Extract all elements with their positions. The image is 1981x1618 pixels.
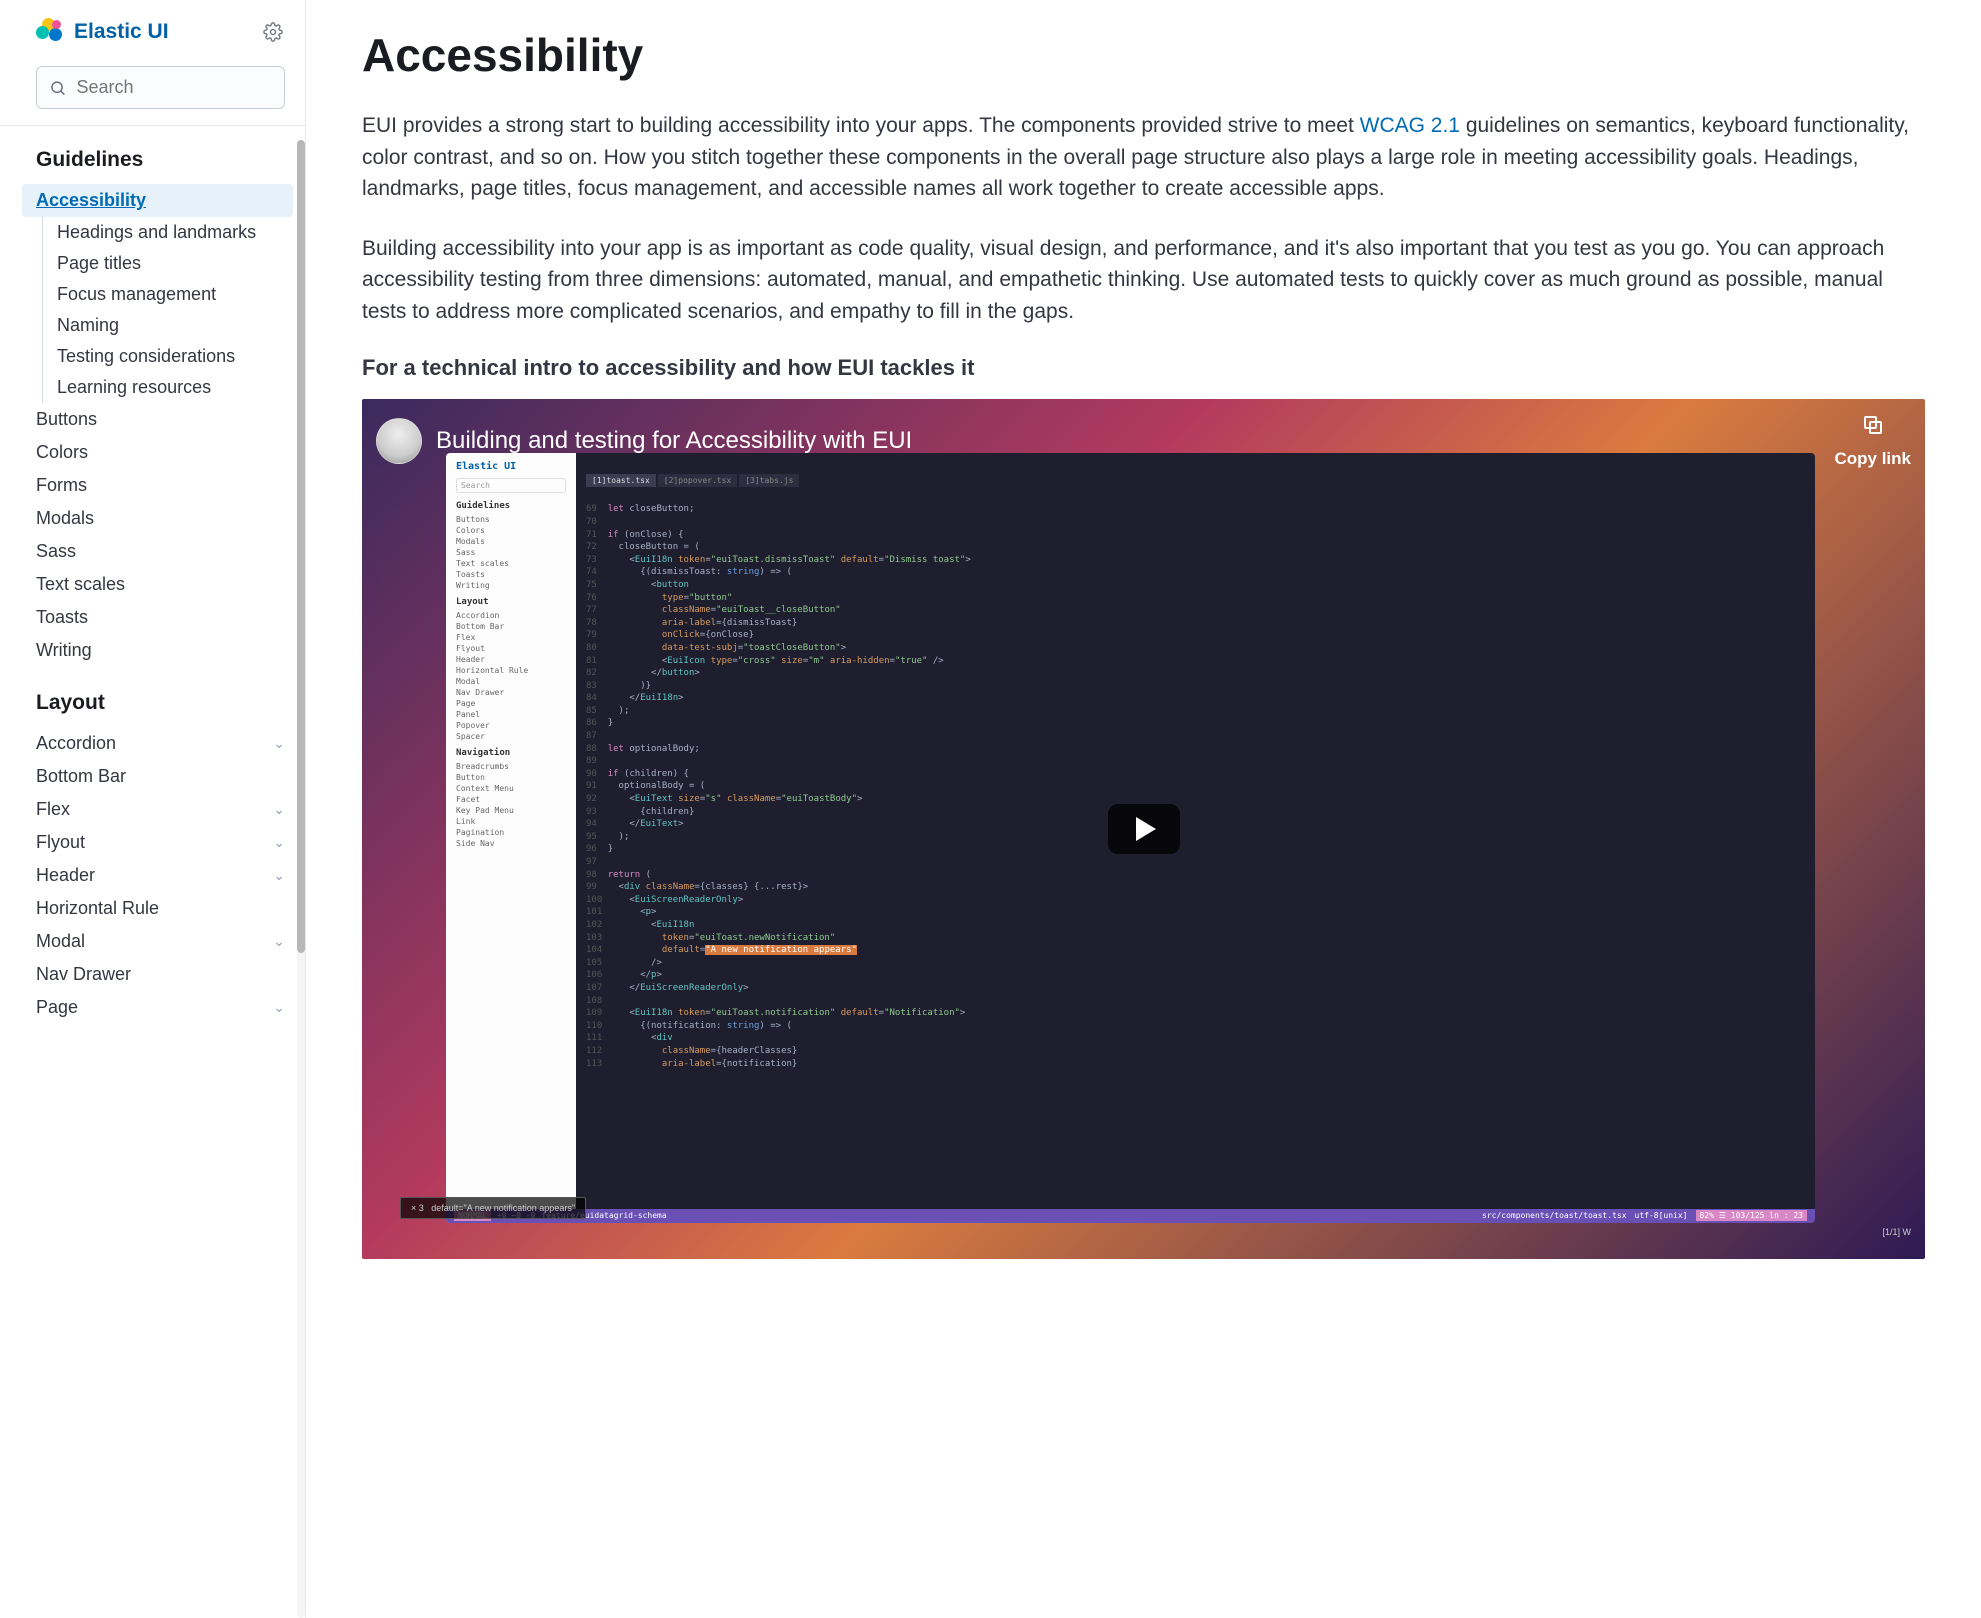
nav-heading-layout: Layout — [36, 691, 285, 715]
video-intro-heading: For a technical intro to accessibility a… — [362, 355, 1925, 381]
settings-button[interactable] — [261, 20, 285, 44]
nav-subitem[interactable]: Focus management — [57, 279, 285, 310]
nav-subitem[interactable]: Testing considerations — [57, 341, 285, 372]
nav-item[interactable]: Horizontal Rule — [36, 892, 285, 925]
intro-paragraph-2: Building accessibility into your app is … — [362, 233, 1925, 328]
nav-subitem[interactable]: Page titles — [57, 248, 285, 279]
chevron-down-icon: ⌄ — [273, 999, 285, 1016]
video-embed[interactable]: Elastic UI Search Guidelines ButtonsColo… — [362, 399, 1925, 1259]
nav-item[interactable]: Sass — [36, 535, 285, 568]
search-container — [0, 58, 305, 126]
nav-item[interactable]: Modal⌄ — [36, 925, 285, 958]
chevron-down-icon: ⌄ — [273, 834, 285, 851]
nav-item[interactable]: Header⌄ — [36, 859, 285, 892]
nav-item[interactable]: Page⌄ — [36, 991, 285, 1024]
nav-subitems: Headings and landmarksPage titlesFocus m… — [42, 217, 285, 403]
chevron-down-icon: ⌄ — [273, 933, 285, 950]
nav-item[interactable]: Flex⌄ — [36, 793, 285, 826]
nav-item[interactable]: Colors — [36, 436, 285, 469]
nav-subitem[interactable]: Learning resources — [57, 372, 285, 403]
nav-item[interactable]: Text scales — [36, 568, 285, 601]
gear-icon — [263, 22, 283, 42]
search-icon — [49, 78, 67, 98]
wcag-link[interactable]: WCAG 2.1 — [1360, 114, 1460, 137]
nav-item[interactable]: Toasts — [36, 601, 285, 634]
intro-paragraph-1: EUI provides a strong start to building … — [362, 110, 1925, 205]
scrollbar-thumb[interactable] — [297, 140, 305, 953]
search-box[interactable] — [36, 66, 285, 109]
nav-item[interactable]: Modals — [36, 502, 285, 535]
chevron-down-icon: ⌄ — [273, 867, 285, 884]
nav-item[interactable]: Bottom Bar — [36, 760, 285, 793]
video-overlay — [362, 399, 1925, 1259]
nav-heading-guidelines: Guidelines — [36, 148, 285, 172]
chevron-down-icon: ⌄ — [273, 735, 285, 752]
nav-item[interactable]: Buttons — [36, 403, 285, 436]
nav-item[interactable]: Writing — [36, 634, 285, 667]
nav-item[interactable]: Accordion⌄ — [36, 727, 285, 760]
brand-name: Elastic UI — [74, 20, 169, 44]
page-title: Accessibility — [362, 28, 1925, 82]
nav-item[interactable]: Flyout⌄ — [36, 826, 285, 859]
play-button[interactable] — [1108, 804, 1180, 854]
nav-section-guidelines: Guidelines Accessibility Headings and la… — [0, 130, 305, 673]
nav-item[interactable]: Forms — [36, 469, 285, 502]
sidebar: Elastic UI Guidelines Accessibility Head… — [0, 0, 306, 1618]
search-input[interactable] — [77, 77, 272, 98]
brand-logo[interactable]: Elastic UI — [36, 18, 169, 46]
sidebar-scrollbar[interactable] — [297, 140, 305, 1618]
nav-subitem[interactable]: Headings and landmarks — [57, 217, 285, 248]
nav-item-accessibility[interactable]: Accessibility — [22, 184, 293, 217]
sidebar-header: Elastic UI — [0, 0, 305, 58]
nav-section-layout: Layout Accordion⌄Bottom BarFlex⌄Flyout⌄H… — [0, 673, 305, 1030]
main-content: Accessibility EUI provides a strong star… — [306, 0, 1981, 1618]
nav-subitem[interactable]: Naming — [57, 310, 285, 341]
nav-item[interactable]: Nav Drawer — [36, 958, 285, 991]
chevron-down-icon: ⌄ — [273, 801, 285, 818]
elastic-logo-icon — [36, 18, 64, 46]
